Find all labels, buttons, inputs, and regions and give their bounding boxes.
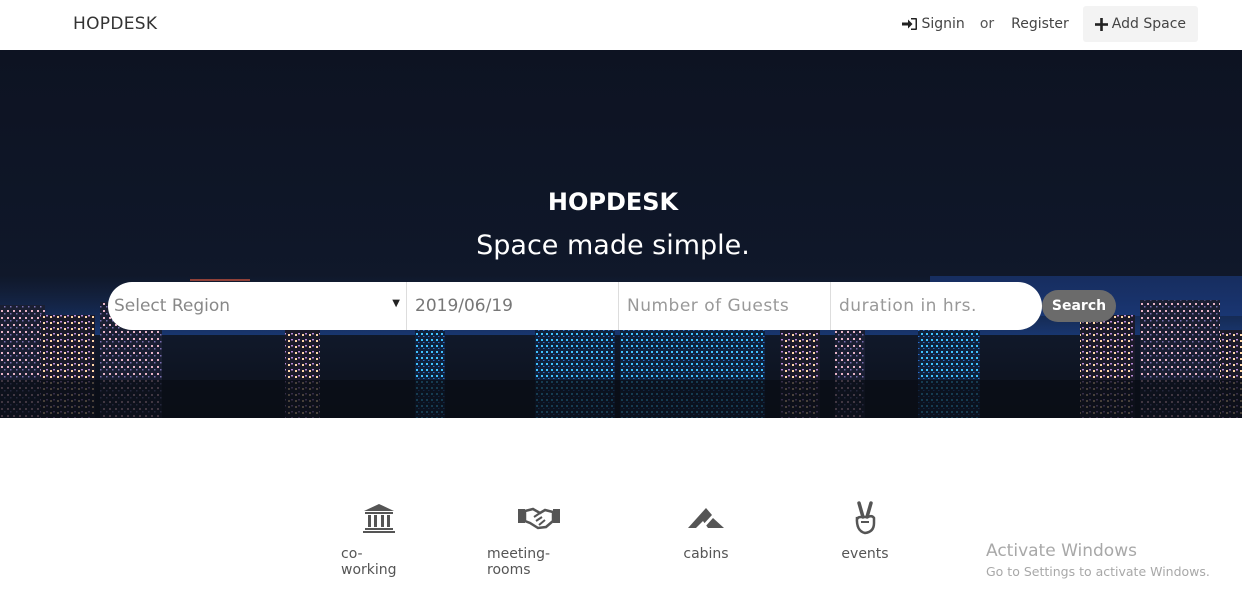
plus-icon — [1094, 17, 1108, 31]
hero-banner: HOPDESK Space made simple. — [0, 50, 1242, 418]
add-space-button[interactable]: Add Space — [1082, 6, 1198, 42]
category-label: cabins — [683, 546, 729, 562]
category-co-working[interactable]: co-working — [341, 500, 417, 578]
date-value: 2019/06/19 — [415, 296, 513, 316]
watermark-title: Activate Windows — [986, 541, 1137, 561]
add-space-label: Add Space — [1111, 16, 1186, 32]
nav-actions: Signin or Register Add Space — [901, 6, 1198, 42]
navbar: HOPDESK Signin or Register Add Space — [0, 0, 1242, 50]
duration-input[interactable]: duration in hrs. — [831, 282, 1042, 330]
peace-hand-icon — [852, 500, 878, 536]
search-bar: Select Region ▼ 2019/06/19 Number of Gue… — [108, 282, 1042, 330]
handshake-icon — [518, 500, 560, 536]
brand-logo[interactable]: HOPDESK — [73, 14, 157, 34]
category-cabins[interactable]: cabins — [683, 500, 729, 562]
category-label: events — [841, 546, 889, 562]
category-meeting-rooms[interactable]: meeting-rooms — [487, 500, 591, 578]
category-label: co-working — [341, 546, 397, 578]
guests-input[interactable]: Number of Guests — [619, 282, 831, 330]
sign-in-icon — [901, 18, 917, 30]
cabin-logo-icon — [686, 500, 726, 536]
category-label: meeting-rooms — [487, 546, 551, 578]
category-events[interactable]: events — [841, 500, 889, 562]
duration-placeholder: duration in hrs. — [839, 296, 977, 316]
activate-windows-watermark: Activate Windows Go to Settings to activ… — [986, 541, 1210, 579]
hero-title: HOPDESK — [547, 188, 679, 216]
region-select-value: Select Region — [114, 296, 231, 316]
region-select[interactable]: Select Region ▼ — [108, 282, 407, 330]
or-text: or — [979, 16, 995, 32]
bank-icon — [363, 500, 395, 536]
signin-link[interactable]: Signin — [901, 16, 965, 32]
guests-placeholder: Number of Guests — [627, 296, 790, 316]
signin-label: Signin — [921, 16, 965, 32]
caret-down-icon: ▼ — [392, 298, 400, 309]
register-link[interactable]: Register — [1011, 16, 1069, 32]
watermark-subtitle: Go to Settings to activate Windows. — [986, 564, 1210, 579]
date-input[interactable]: 2019/06/19 — [407, 282, 619, 330]
hero-subtitle: Space made simple. — [476, 230, 750, 261]
search-button[interactable]: Search — [1042, 290, 1116, 322]
